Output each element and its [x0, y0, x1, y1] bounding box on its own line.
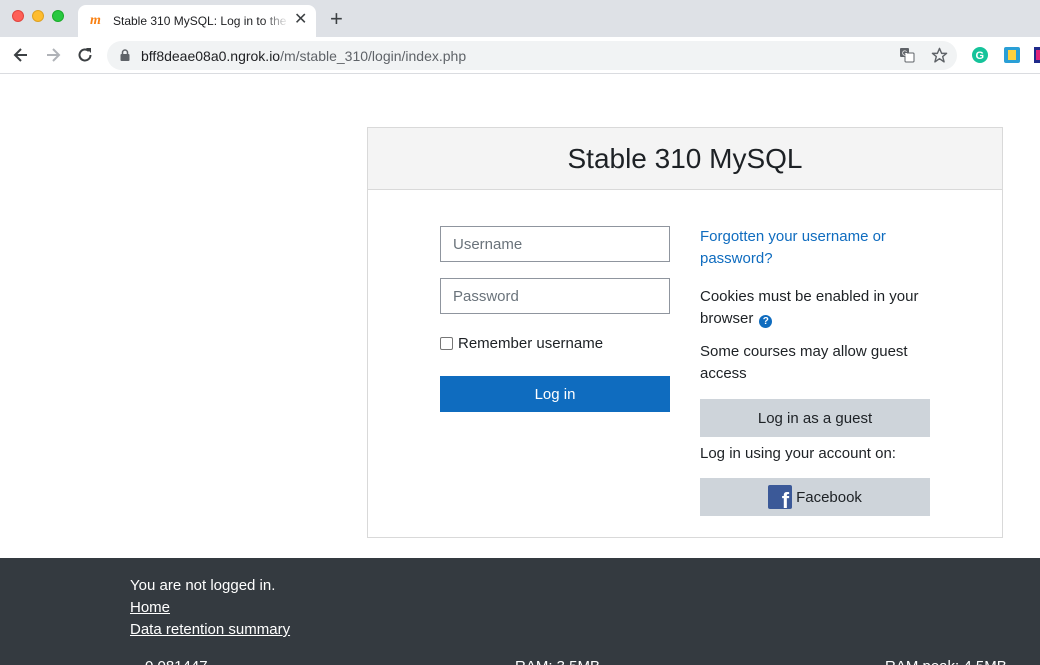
minimize-window-button[interactable]: [32, 10, 44, 22]
extension-icon-partial[interactable]: [1034, 47, 1040, 63]
forward-icon[interactable]: [43, 45, 63, 65]
address-bar[interactable]: bff8deae08a0.ngrok.io/m/stable_310/login…: [107, 41, 957, 70]
cookies-notice: Cookies must be enabled in your browser?: [700, 286, 940, 330]
help-icon[interactable]: ?: [759, 315, 773, 328]
guest-notice: Some courses may allow guest access: [700, 343, 908, 382]
facebook-login-button[interactable]: f Facebook: [700, 478, 930, 516]
translate-icon[interactable]: G: [899, 47, 915, 63]
guest-login-button[interactable]: Log in as a guest: [700, 399, 930, 437]
perf-ram: RAM: 3.5MB: [515, 656, 600, 665]
cookies-notice-text: Cookies must be enabled in your browser: [700, 288, 919, 327]
reload-icon[interactable]: [75, 45, 95, 65]
browser-toolbar: bff8deae08a0.ngrok.io/m/stable_310/login…: [0, 37, 1040, 74]
remember-username-checkbox[interactable]: [440, 336, 453, 350]
username-input[interactable]: [440, 226, 670, 262]
remember-username-label[interactable]: Remember username: [458, 335, 603, 352]
url-text: bff8deae08a0.ngrok.io/m/stable_310/login…: [141, 48, 467, 64]
perf-ram-peak: RAM peak: 4.5MB: [885, 656, 1007, 665]
site-name-heading: Stable 310 MySQL: [567, 143, 803, 174]
data-retention-link[interactable]: Data retention summary: [130, 619, 290, 641]
facebook-icon: f: [768, 485, 793, 509]
extension-icon[interactable]: [1004, 47, 1020, 63]
bookmark-star-icon[interactable]: [931, 47, 948, 64]
back-icon[interactable]: [11, 45, 31, 65]
lock-icon[interactable]: [120, 49, 130, 61]
login-info: You are not logged in.: [130, 577, 276, 594]
moodle-icon: m: [90, 13, 101, 28]
remember-username[interactable]: Remember username: [440, 333, 603, 353]
home-link[interactable]: Home: [130, 597, 170, 619]
new-tab-icon[interactable]: +: [330, 8, 343, 30]
page-footer: You are not logged in. Home Data retenti…: [0, 558, 1040, 665]
facebook-login-label: Facebook: [796, 488, 862, 506]
perf-time: 0.081447: [145, 656, 208, 665]
identity-providers-heading: Log in using your account on:: [700, 445, 896, 462]
browser-tab-bar: m Stable 310 MySQL: Log in to the site ✕…: [0, 0, 1040, 37]
maximize-window-button[interactable]: [52, 10, 64, 22]
password-input[interactable]: [440, 278, 670, 314]
login-card-header: Stable 310 MySQL: [368, 128, 1002, 190]
close-tab-icon[interactable]: ✕: [294, 12, 307, 28]
browser-tab[interactable]: m Stable 310 MySQL: Log in to the site ✕: [78, 5, 316, 37]
svg-text:G: G: [976, 50, 985, 62]
svg-text:G: G: [902, 51, 907, 58]
login-button[interactable]: Log in: [440, 376, 670, 412]
close-window-button[interactable]: [12, 10, 24, 22]
forgot-password-link[interactable]: Forgotten your username or password?: [700, 226, 930, 270]
tab-title: Stable 310 MySQL: Log in to the site: [113, 14, 289, 28]
grammarly-extension-icon[interactable]: G: [972, 47, 988, 63]
